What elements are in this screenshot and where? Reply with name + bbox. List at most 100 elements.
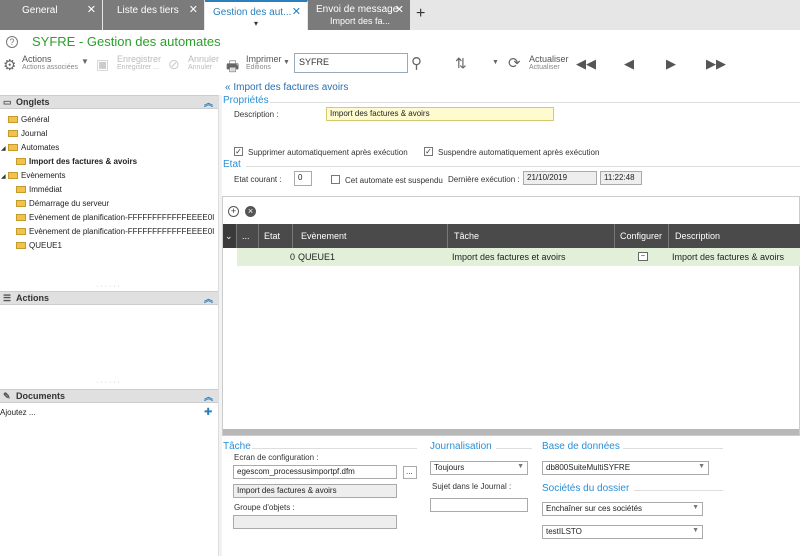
chevron-down-icon[interactable]: ▼	[81, 57, 89, 66]
last-exec-time-field: 11:22:48	[600, 171, 642, 185]
suspendu-checkbox[interactable]	[331, 175, 340, 184]
chevron-down-icon: ▼	[517, 463, 524, 470]
search-icon[interactable]: ⚲	[411, 54, 422, 72]
grid-select-all-icon[interactable]: ⌄	[223, 224, 237, 248]
ecran-label: Ecran de configuration :	[234, 453, 319, 462]
delete-after-exec-checkbox[interactable]: ✓	[234, 147, 243, 156]
suspend-after-exec-checkbox[interactable]: ✓	[424, 147, 433, 156]
sort-icon[interactable]: ⇅	[455, 55, 467, 72]
chevron-down-icon[interactable]: ▼	[492, 59, 499, 66]
cell-evenement: QUEUE1	[298, 252, 336, 262]
grid-header-description[interactable]: Description	[669, 224, 800, 248]
add-row-icon[interactable]: +	[228, 206, 239, 217]
search-input[interactable]: SYFRE	[294, 53, 408, 73]
tree-item-import-factures[interactable]: Import des factures & avoirs	[16, 157, 137, 166]
journal-select[interactable]: Toujours ▼	[430, 461, 528, 475]
folder-icon	[8, 130, 18, 138]
sujet-field[interactable]	[430, 498, 528, 512]
help-icon[interactable]: ?	[6, 36, 18, 48]
folder-icon	[16, 214, 26, 222]
divider	[496, 448, 532, 449]
chevron-down-icon: ▼	[692, 527, 699, 534]
back-link[interactable]: « Import des factures avoirs	[225, 82, 348, 93]
documents-panel-header[interactable]: ✎ Documents ︽	[0, 389, 218, 403]
collapse-icon[interactable]: ︽	[204, 292, 213, 305]
tree-item-immediat[interactable]: Immédiat	[16, 185, 62, 194]
refresh-button[interactable]: Actualiser Actualiser	[529, 54, 569, 71]
print-button[interactable]: Imprimer Editions	[246, 54, 282, 71]
last-record-icon[interactable]: ▶▶	[706, 56, 726, 72]
close-icon[interactable]: ✕	[189, 3, 198, 16]
tab-gestion-des-automates[interactable]: Gestion des aut... ✕ ▾	[205, 0, 308, 30]
tab-general[interactable]: General ✕	[0, 0, 103, 30]
onglets-panel-header[interactable]: ▭ Onglets ︽	[0, 95, 218, 109]
printer-icon[interactable]: 🖶	[226, 56, 239, 80]
actions-button[interactable]: Actions Actions associées	[22, 54, 78, 71]
refresh-icon[interactable]: ⟳	[508, 54, 521, 72]
folder-icon	[16, 242, 26, 250]
browse-button[interactable]: ...	[403, 466, 417, 479]
expand-arrow-icon[interactable]: ◢	[1, 145, 8, 152]
divider	[252, 448, 417, 449]
etat-courant-field[interactable]: 0	[294, 171, 312, 186]
last-exec-label: Dernière exécution :	[448, 175, 520, 184]
grid-header-configurer[interactable]: Configurer	[615, 224, 669, 248]
tree-item-general[interactable]: Général	[8, 115, 49, 124]
collapse-icon[interactable]: ︽	[204, 390, 213, 403]
save-button[interactable]: Enregistrer Enregistrer ...	[117, 54, 161, 71]
folder-icon	[16, 186, 26, 194]
tree-item-automates[interactable]: ◢ Automates	[1, 143, 59, 152]
resize-grip[interactable]: · · · · · ·	[96, 283, 120, 290]
etat-courant-label: Etat courant :	[234, 175, 282, 184]
actions-panel-header[interactable]: ☰ Actions ︽	[0, 291, 218, 305]
horizontal-scrollbar[interactable]	[223, 429, 799, 435]
expand-arrow-icon[interactable]: ◢	[1, 173, 8, 180]
paperclip-icon: ✎	[3, 391, 11, 401]
plus-icon[interactable]: ✚	[204, 407, 212, 418]
description-field[interactable]: Import des factures & avoirs	[326, 107, 554, 121]
configure-icon[interactable]: –	[638, 252, 648, 261]
tree-item-planification-2[interactable]: Evènement de planification-FFFFFFFFFFFFE…	[16, 227, 218, 236]
dropdown-chevron-icon[interactable]: ▾	[213, 19, 299, 28]
tab-envoi-de-message[interactable]: Envoi de message ✕ Import des fa...	[308, 0, 411, 30]
divider	[270, 102, 800, 103]
chevron-down-icon: ▼	[692, 504, 699, 511]
previous-record-icon[interactable]: ◀	[624, 56, 634, 72]
tree-item-queue1[interactable]: QUEUE1	[16, 241, 62, 250]
folder-icon	[8, 172, 18, 180]
ecran-field[interactable]: egescom_processusimportpf.dfm	[233, 465, 397, 479]
tree-item-planification-1[interactable]: Evènement de planification-FFFFFFFFFFFFE…	[16, 213, 218, 222]
first-record-icon[interactable]: ◀◀	[576, 56, 596, 72]
tree-item-journal[interactable]: Journal	[8, 129, 47, 138]
collapse-icon[interactable]: ︽	[204, 96, 213, 109]
grid-header-tache[interactable]: Tâche	[448, 224, 615, 248]
societe-select[interactable]: testILSTO ▼	[542, 525, 703, 539]
tree-item-evenements[interactable]: ◢ Evènements	[1, 171, 65, 180]
next-record-icon[interactable]: ▶	[666, 56, 676, 72]
suspend-after-exec-label: Suspendre automatiquement après exécutio…	[438, 148, 600, 157]
folder-icon	[16, 158, 26, 166]
resize-grip[interactable]: · · · · · ·	[96, 379, 120, 386]
last-exec-date-field: 21/10/2019	[523, 171, 597, 185]
grid-header-menu[interactable]: ...	[237, 224, 259, 248]
tab-liste-des-tiers[interactable]: Liste des tiers ✕	[103, 0, 205, 30]
documents-add-link[interactable]: Ajoutez ...	[0, 408, 36, 417]
grid-header-evenement[interactable]: Evènement	[293, 224, 448, 248]
db-select[interactable]: db800SuiteMultiSYFRE ▼	[542, 461, 709, 475]
close-icon[interactable]: ✕	[395, 3, 404, 16]
tree-item-demarrage[interactable]: Démarrage du serveur	[16, 199, 109, 208]
sujet-label: Sujet dans le Journal :	[432, 482, 512, 491]
close-icon[interactable]: ✕	[87, 3, 96, 16]
grid-header-etat[interactable]: Etat	[259, 224, 293, 248]
societes-mode-select[interactable]: Enchaîner sur ces sociétés ▼	[542, 502, 703, 516]
cancel-button[interactable]: Annuler Annuler	[188, 54, 219, 71]
add-tab-button[interactable]: +	[416, 5, 425, 23]
delete-row-icon[interactable]: ×	[245, 206, 256, 217]
list-icon: ☰	[3, 293, 12, 303]
chevron-down-icon[interactable]: ▼	[283, 59, 290, 66]
groupe-field[interactable]	[233, 515, 397, 529]
close-icon[interactable]: ✕	[292, 5, 301, 18]
tache-section-title: Tâche	[223, 441, 251, 452]
societes-section-title: Sociétés du dossier	[542, 483, 630, 494]
gear-icon[interactable]: ⚙	[3, 56, 16, 74]
